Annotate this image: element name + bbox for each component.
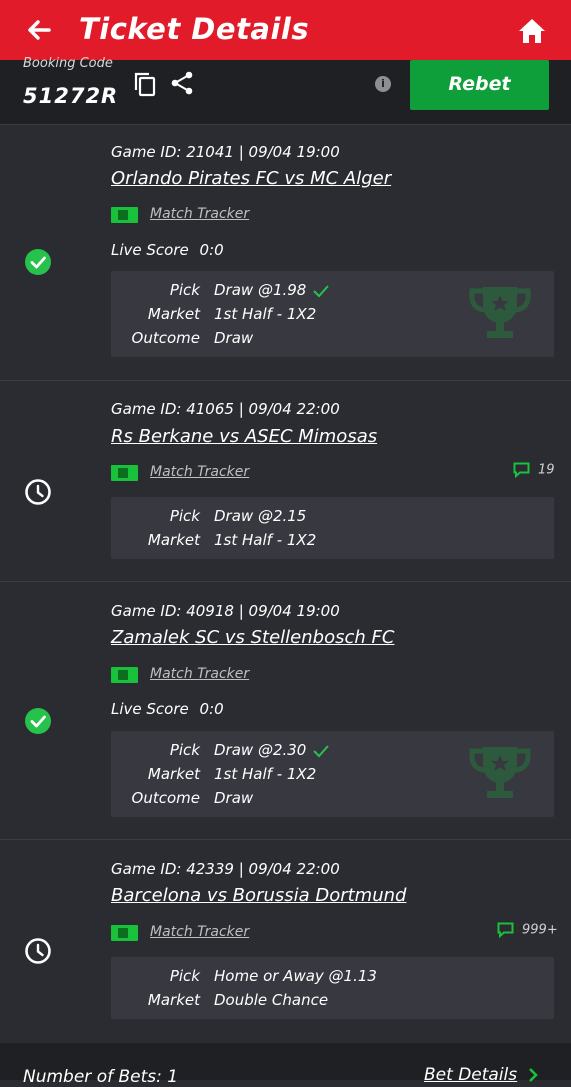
- pick-value: Home or Away @1.13: [214, 967, 377, 985]
- match-tracker-link[interactable]: Match Tracker: [150, 464, 249, 480]
- match-teams-link[interactable]: Orlando Pirates FC vs MC Alger: [111, 168, 391, 189]
- market-value: 1st Half - 1X2: [214, 765, 317, 783]
- pending-clock-icon: [25, 938, 51, 964]
- market-label: Market: [147, 991, 200, 1009]
- game-id: Game ID: 40918 | 09/04 19:00: [111, 602, 340, 620]
- match-tracker-icon[interactable]: [111, 207, 138, 223]
- home-icon[interactable]: [517, 17, 547, 45]
- booking-code-value: 51272R: [23, 84, 119, 108]
- pick-value: Draw @1.98: [214, 281, 330, 299]
- bet-card: Game ID: 41065 | 09/04 22:00 Rs Berkane …: [0, 380, 571, 582]
- live-score: Live Score 0:0: [111, 700, 224, 718]
- app-header: Ticket Details: [0, 0, 571, 60]
- game-id: Game ID: 41065 | 09/04 22:00: [111, 400, 340, 418]
- pending-clock-icon: [25, 479, 51, 505]
- comment-icon: [497, 922, 514, 938]
- outcome-label: Outcome: [131, 329, 200, 347]
- match-tracker-link[interactable]: Match Tracker: [150, 666, 249, 682]
- back-arrow-icon[interactable]: [25, 16, 53, 44]
- copy-icon[interactable]: [133, 71, 157, 97]
- share-icon[interactable]: [170, 70, 194, 96]
- outcome-value: Draw: [214, 329, 254, 347]
- pick-details-box: Pick Draw @2.15 Market 1st Half - 1X2: [111, 497, 554, 559]
- booking-code-label: Booking Code: [23, 56, 113, 71]
- pick-label: Pick: [169, 507, 200, 525]
- rebet-button[interactable]: Rebet: [410, 60, 549, 110]
- live-score-value: 0:0: [199, 700, 224, 718]
- match-tracker-icon[interactable]: [111, 465, 138, 481]
- booking-bar: Booking Code 51272R i Rebet: [0, 56, 571, 124]
- comments-value: 19: [538, 462, 555, 478]
- pick-label: Pick: [169, 281, 200, 299]
- chevron-right-icon[interactable]: [527, 1067, 539, 1083]
- live-score-value: 0:0: [199, 241, 224, 259]
- pick-value: Draw @2.30: [214, 741, 330, 759]
- comments-count[interactable]: 999+: [497, 922, 558, 938]
- match-tracker-icon[interactable]: [111, 925, 138, 941]
- live-score-label: Live Score: [111, 700, 189, 718]
- market-label: Market: [147, 305, 200, 323]
- bet-card: Game ID: 21041 | 09/04 19:00 Orlando Pir…: [0, 124, 571, 381]
- game-id: Game ID: 42339 | 09/04 22:00: [111, 860, 340, 878]
- pick-label: Pick: [169, 967, 200, 985]
- market-value: 1st Half - 1X2: [214, 305, 317, 323]
- market-value: Double Chance: [214, 991, 329, 1009]
- pick-won-check-icon: [313, 284, 330, 297]
- comments-value: 999+: [522, 922, 558, 938]
- ticket-footer: Number of Bets: 1 Bet Details: [0, 1043, 571, 1087]
- outcome-label: Outcome: [131, 789, 200, 807]
- pick-text: Draw @1.98: [214, 281, 307, 299]
- pick-details-box: Pick Home or Away @1.13 Market Double Ch…: [111, 957, 554, 1019]
- pick-value: Draw @2.15: [214, 507, 307, 525]
- match-teams-link[interactable]: Barcelona vs Borussia Dortmund: [111, 885, 406, 906]
- match-teams-link[interactable]: Zamalek SC vs Stellenbosch FC: [111, 627, 394, 648]
- pick-won-check-icon: [313, 744, 330, 757]
- game-id: Game ID: 21041 | 09/04 19:00: [111, 143, 340, 161]
- match-tracker-icon[interactable]: [111, 667, 138, 683]
- market-label: Market: [147, 765, 200, 783]
- outcome-value: Draw: [214, 789, 254, 807]
- live-score-label: Live Score: [111, 241, 189, 259]
- market-label: Market: [147, 531, 200, 549]
- trophy-icon: [469, 287, 531, 338]
- trophy-icon: [469, 747, 531, 798]
- match-tracker-link[interactable]: Match Tracker: [150, 206, 249, 222]
- bet-card: Game ID: 40918 | 09/04 19:00 Zamalek SC …: [0, 581, 571, 840]
- number-of-bets: Number of Bets: 1: [23, 1067, 179, 1087]
- comment-icon: [513, 462, 530, 478]
- match-tracker-link[interactable]: Match Tracker: [150, 924, 249, 940]
- pick-details-box: Pick Draw @1.98 Market 1st Half - 1X2 Ou…: [111, 271, 554, 357]
- live-score: Live Score 0:0: [111, 241, 224, 259]
- won-check-icon: [25, 249, 51, 275]
- pick-label: Pick: [169, 741, 200, 759]
- won-check-icon: [25, 708, 51, 734]
- market-value: 1st Half - 1X2: [214, 531, 317, 549]
- bet-details-link[interactable]: Bet Details: [424, 1065, 517, 1085]
- pick-text: Draw @2.30: [214, 741, 307, 759]
- bet-card: Game ID: 42339 | 09/04 22:00 Barcelona v…: [0, 839, 571, 1044]
- page-title: Ticket Details: [79, 12, 310, 46]
- match-teams-link[interactable]: Rs Berkane vs ASEC Mimosas: [111, 426, 377, 447]
- pick-details-box: Pick Draw @2.30 Market 1st Half - 1X2 Ou…: [111, 731, 554, 817]
- comments-count[interactable]: 19: [513, 462, 555, 478]
- info-icon[interactable]: i: [375, 76, 391, 92]
